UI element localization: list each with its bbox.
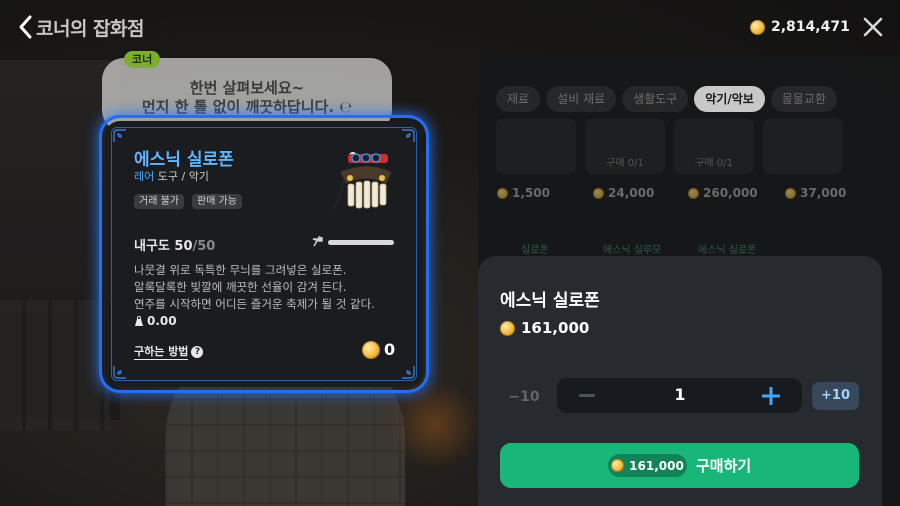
weight-icon [135, 315, 143, 326]
item-price: 37,000 [785, 186, 846, 200]
item-name-title: 에스닉 실로폰 [134, 150, 234, 170]
close-button[interactable] [861, 15, 885, 39]
gold-coin-icon [362, 340, 380, 359]
how-to-get-label: 구하는 방법 [134, 345, 189, 360]
item-name: 에스닉 실로폰 [698, 245, 757, 256]
tag-sellable: 판매 가능 [192, 194, 242, 209]
gold-coin-icon [785, 187, 796, 199]
purchase-unit-price-value: 161,000 [521, 319, 590, 337]
card-corner-ornament-icon [113, 129, 126, 142]
buy-button-label: 구매하기 [696, 457, 752, 475]
owned-count-value: 0 [384, 340, 396, 359]
quantity-value[interactable]: 1 [640, 385, 720, 404]
how-to-get-link[interactable]: 구하는 방법 ? [134, 343, 204, 360]
durability-readout: 내구도 50/50 [134, 235, 215, 254]
item-name: 에스닉 실루모 [603, 245, 662, 256]
hammer-icon [312, 236, 323, 247]
npc-dialogue-line-2: 먼지 한 톨 없이 깨끗하답니다. ℮ [141, 98, 353, 116]
card-corner-ornament-icon [402, 129, 415, 142]
gold-coin-icon [593, 187, 604, 199]
currency-amount: 2,814,471 [771, 19, 850, 35]
durability-max: /50 [192, 239, 216, 254]
item-stock-label: 구매 0/1 [695, 158, 733, 169]
category-tabs: 재료 설비 재료 생활도구 악기/악보 물물교환 [496, 86, 837, 112]
item-name: 실로폰 [521, 245, 549, 256]
durability-current: 50 [174, 239, 193, 254]
gold-coin-icon [611, 459, 625, 472]
item-category: 도구 / 악기 [157, 170, 209, 183]
item-price-value: 24,000 [608, 186, 655, 200]
minus-icon [579, 393, 595, 397]
tab-life-tools[interactable]: 생활도구 [622, 86, 689, 112]
question-icon: ? [191, 345, 204, 358]
back-button[interactable] [16, 14, 36, 40]
tab-barter[interactable]: 물물교환 [770, 86, 837, 112]
gold-coin-icon [688, 187, 699, 199]
gold-coin-icon [500, 320, 515, 336]
item-rarity-category: 레어 도구 / 악기 [134, 168, 209, 184]
buy-total-price: 161,000 [608, 454, 687, 477]
shop-item-slot[interactable] [763, 118, 843, 174]
purchase-item-name: 에스닉 실로폰 [500, 291, 600, 311]
item-rarity: 레어 [134, 170, 155, 183]
chevron-left-icon [19, 15, 32, 39]
tab-materials[interactable]: 재료 [496, 86, 541, 112]
item-stock-label: 구매 0/1 [606, 158, 644, 169]
npc-name-tag: 코너 [124, 51, 161, 68]
item-price-value: 37,000 [800, 186, 847, 200]
item-price: 260,000 [688, 186, 758, 200]
gold-coin-icon [497, 187, 508, 199]
item-price-value: 260,000 [703, 186, 758, 200]
ethnic-xylophone-icon [332, 152, 393, 212]
item-description-line-3: 연주를 시작하면 어디든 즐거운 축제가 될 것 같다. [134, 297, 375, 311]
tab-instruments[interactable]: 악기/악보 [694, 86, 765, 112]
card-corner-ornament-icon [402, 366, 415, 379]
close-icon [863, 17, 883, 37]
item-price-value: 1,500 [512, 186, 550, 200]
shop-item-slot[interactable] [496, 118, 576, 174]
plus-icon [762, 386, 780, 405]
durability-bar [328, 240, 394, 245]
tab-facility-materials[interactable]: 설비 재료 [546, 86, 617, 112]
item-weight: 0.00 [134, 314, 177, 328]
item-description-line-2: 알록달록한 빛깔에 깨끗한 선율이 감겨 든다. [134, 280, 347, 294]
quantity-decrease-button[interactable] [572, 378, 602, 413]
durability-label: 내구도 [134, 239, 170, 254]
quantity-plus-10-button[interactable]: +10 [812, 382, 859, 410]
owned-count: 0 [362, 340, 395, 359]
item-price: 24,000 [593, 186, 654, 200]
purchase-unit-price: 161,000 [500, 319, 589, 337]
buy-total-price-value: 161,000 [629, 458, 684, 473]
item-description-line-1: 나뭇결 위로 독특한 무늬를 그려넣은 실로폰. [134, 263, 347, 277]
tag-untradable: 거래 불가 [134, 194, 184, 209]
gold-coin-icon [750, 19, 765, 35]
item-price: 1,500 [497, 186, 550, 200]
card-corner-ornament-icon [113, 366, 126, 379]
item-weight-value: 0.00 [147, 314, 177, 328]
quantity-minus-10-button[interactable]: −10 [504, 384, 544, 410]
npc-dialogue-line-1: 한번 살펴보세요~ [189, 79, 305, 97]
quantity-increase-button[interactable] [756, 378, 786, 413]
shop-title: 코너의 잡화점 [36, 18, 145, 40]
currency-display: 2,814,471 [736, 11, 850, 43]
